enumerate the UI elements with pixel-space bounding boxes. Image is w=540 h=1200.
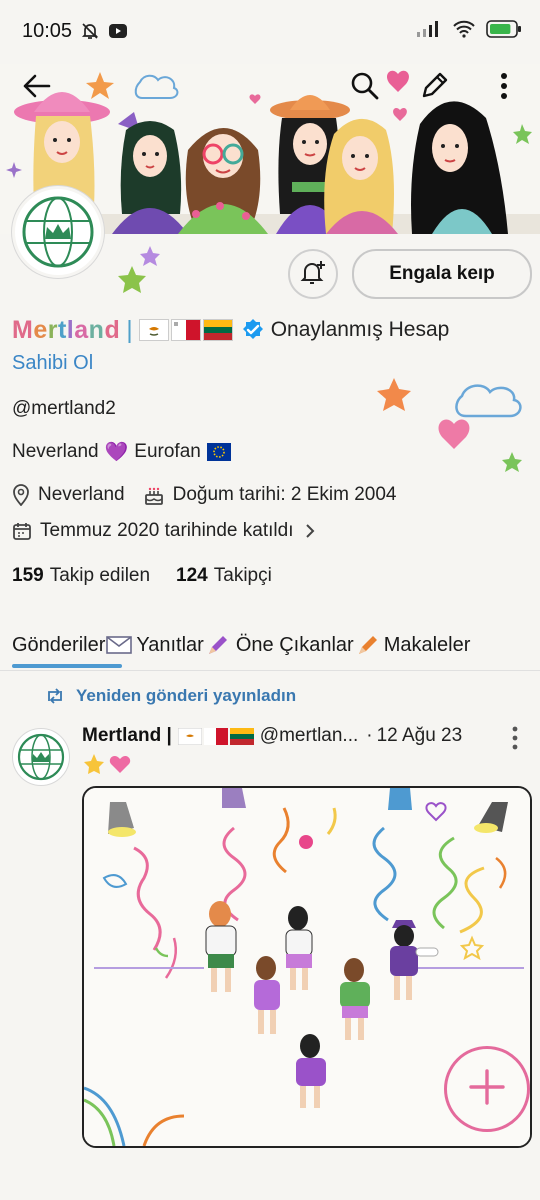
post-text <box>82 752 132 776</box>
more-vertical-icon <box>500 72 508 105</box>
profile-name-letter: M <box>12 315 34 344</box>
profile-meta-row: Neverland Doğum tarihi: 2 Ekim 2004 <box>12 484 397 506</box>
star-icon <box>82 752 106 776</box>
search-icon <box>350 71 380 106</box>
purple-heart-emoji: 💜 <box>104 442 129 463</box>
post-date[interactable]: 12 Ağu 23 <box>377 725 463 747</box>
profile-stats: 159 Takip edilen 124 Takipçi <box>12 565 272 587</box>
bio-text-2: Eurofan <box>134 441 201 462</box>
profile-bio: Neverland 💜 Eurofan <box>12 440 231 464</box>
date-separator: · <box>366 725 373 746</box>
compose-fab-button[interactable] <box>444 1046 530 1132</box>
eu-flag <box>206 443 231 461</box>
doodle-cloud-hearts <box>377 378 522 472</box>
repost-label: Yeniden gönderi yayınladın <box>76 686 297 705</box>
tab-articles[interactable]: Makaleler <box>380 634 471 657</box>
active-tab-indicator <box>12 664 122 668</box>
following-count: 159 <box>12 565 44 586</box>
plus-icon <box>467 1067 507 1112</box>
notify-button[interactable] <box>288 249 338 299</box>
cake-icon <box>143 484 165 506</box>
bell-plus-icon <box>299 258 327 291</box>
profile-name-letter: n <box>88 315 105 344</box>
followers-label: Takipçi <box>213 565 272 586</box>
followers-count: 124 <box>176 565 208 586</box>
tab-highlights[interactable]: Öne Çıkanlar <box>230 633 380 657</box>
more-button[interactable] <box>484 68 524 108</box>
youtube-icon <box>108 23 128 44</box>
follow-button[interactable]: Engala keıp <box>352 249 532 299</box>
purple-crayon-icon <box>206 633 230 657</box>
repost-indicator: Yeniden gönderi yayınladın <box>44 686 296 706</box>
profile-name: Mertland <box>12 316 120 345</box>
post-more-button[interactable] <box>512 726 526 756</box>
doodle-stars <box>118 246 160 293</box>
profile-name-letter: d <box>104 315 121 344</box>
claim-link[interactable]: Sahibi Ol <box>12 352 93 375</box>
orange-crayon-icon <box>356 633 380 657</box>
cyprus-flag <box>177 727 202 745</box>
status-bar: 10:05 <box>0 0 540 64</box>
following-label: Takip edilen <box>49 565 151 586</box>
battery-icon <box>486 20 522 43</box>
tabs-divider <box>0 670 540 671</box>
pink-heart-icon <box>108 752 132 776</box>
search-button[interactable] <box>345 68 385 108</box>
bell-off-icon <box>80 21 100 46</box>
profile-tabs: Gönderiler Yanıtlar Öne Çıkanlar Makalel… <box>0 622 540 668</box>
tab-label: Yanıtlar <box>136 633 204 656</box>
envelope-icon <box>106 635 133 655</box>
repost-icon <box>44 687 66 705</box>
post-author-name[interactable]: Mertland | <box>82 725 172 747</box>
verified-badge-icon[interactable] <box>241 318 265 342</box>
cyprus-flag <box>138 319 169 341</box>
profile-location: Neverland <box>38 484 125 505</box>
profile-birthday: Doğum tarihi: 2 Ekim 2004 <box>172 484 397 505</box>
back-button[interactable] <box>16 68 56 108</box>
profile-avatar[interactable] <box>12 186 104 278</box>
pencil-icon <box>420 72 448 105</box>
profile-name-letter: r <box>47 315 58 344</box>
name-separator: | <box>126 315 133 344</box>
verified-label[interactable]: Onaylanmış Hesap <box>271 318 450 342</box>
edit-button[interactable] <box>414 68 454 108</box>
status-time: 10:05 <box>22 20 73 42</box>
signal-icon <box>416 20 442 43</box>
joined-row[interactable]: Temmuz 2020 tarihinde katıldı <box>12 520 315 542</box>
tab-label: Öne Çıkanlar <box>235 633 354 656</box>
profile-name-letter: t <box>57 315 67 344</box>
lithuania-flag <box>202 319 233 341</box>
profile-name-letter: a <box>74 315 89 344</box>
wifi-icon <box>452 20 476 43</box>
lithuania-flag <box>229 727 254 745</box>
malta-flag <box>170 319 201 341</box>
tab-replies[interactable]: Yanıtlar <box>132 633 229 657</box>
post-author-handle[interactable]: @mertlan... <box>260 725 358 747</box>
calendar-icon <box>12 521 32 541</box>
profile-name-row: Mertland | Onaylanmış Hesap <box>12 312 449 348</box>
tab-posts[interactable]: Gönderiler <box>0 633 133 657</box>
following-link[interactable]: 159 Takip edilen <box>12 565 150 587</box>
post-header: Mertland | @mertlan... · 12 Ağu 23 <box>82 725 502 747</box>
globe-crown-logo <box>17 733 65 781</box>
tab-label: Gönderiler <box>12 633 106 656</box>
post-author-avatar[interactable] <box>12 728 70 786</box>
profile-handle: @mertland2 <box>12 398 116 419</box>
chevron-right-icon <box>305 523 315 539</box>
globe-crown-logo <box>22 196 94 268</box>
tab-label: Makaleler <box>383 633 471 656</box>
malta-flag <box>203 727 228 745</box>
profile-name-letter: e <box>33 315 48 344</box>
more-vertical-icon <box>512 726 518 754</box>
followers-link[interactable]: 124 Takipçi <box>176 565 272 587</box>
location-pin-icon <box>12 484 30 506</box>
bio-text-1: Neverland <box>12 441 99 462</box>
profile-joined: Temmuz 2020 tarihinde katıldı <box>40 520 294 541</box>
arrow-left-icon <box>21 73 51 104</box>
